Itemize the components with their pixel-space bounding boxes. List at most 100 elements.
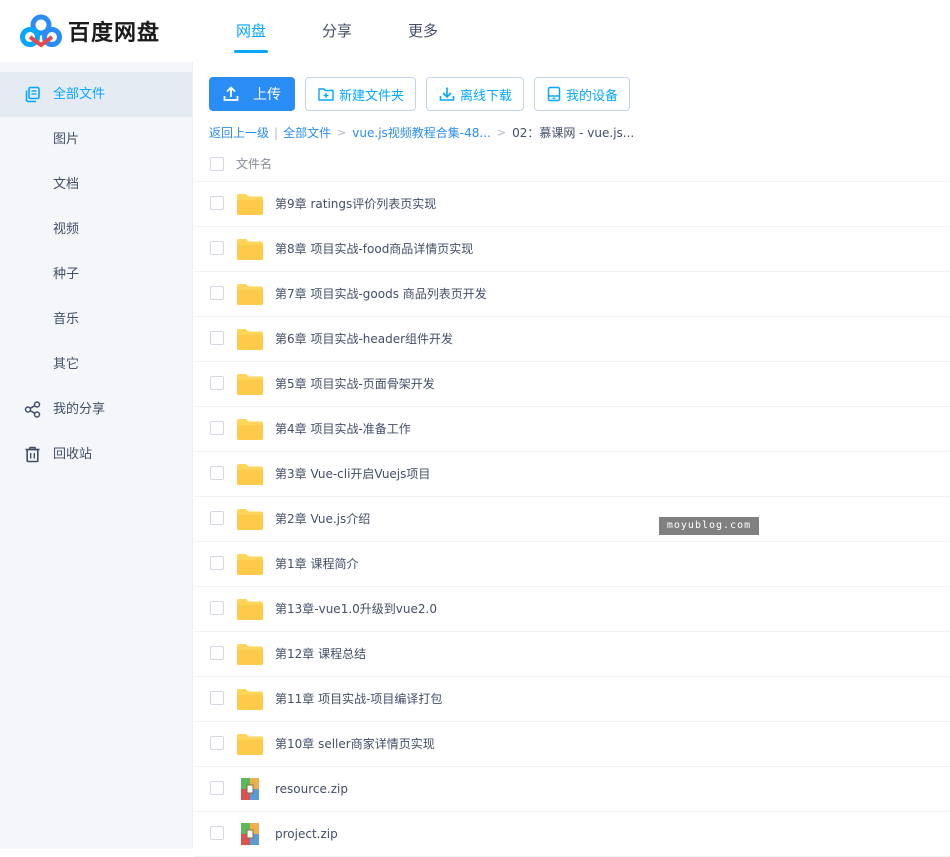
file-name[interactable]: 第12章 课程总结	[275, 632, 366, 677]
folder-icon[interactable]	[236, 372, 264, 396]
file-list-header: 文件名	[194, 151, 950, 182]
offline-download-button[interactable]: 离线下载	[426, 77, 525, 111]
file-name[interactable]: 第11章 项目实战-项目编译打包	[275, 677, 442, 722]
nav-share[interactable]: 分享	[294, 0, 380, 62]
file-name[interactable]: 第9章 ratings评价列表页实现	[275, 182, 436, 227]
breadcrumb-arrow: >	[496, 126, 507, 139]
folder-icon[interactable]	[236, 237, 264, 261]
new-folder-icon	[318, 88, 334, 101]
sidebar-item-label: 文档	[53, 177, 80, 192]
all-files-icon	[25, 86, 40, 103]
breadcrumb-back[interactable]: 返回上一级	[209, 124, 269, 141]
file-row[interactable]: 第4章 项目实战-准备工作	[194, 407, 950, 452]
my-devices-label: 我的设备	[566, 88, 619, 104]
file-row[interactable]: 第3章 Vue-cli开启Vuejs项目	[194, 452, 950, 497]
folder-icon[interactable]	[236, 597, 264, 621]
sidebar-item-my-shares[interactable]: 我的分享	[0, 387, 192, 432]
breadcrumb-root[interactable]: 全部文件	[283, 124, 331, 141]
file-row[interactable]: 第2章 Vue.js介绍	[194, 497, 950, 542]
file-row[interactable]: resource.zip	[194, 767, 950, 812]
column-header-filename[interactable]: 文件名	[236, 155, 272, 172]
row-checkbox[interactable]	[210, 646, 224, 660]
nav-more[interactable]: 更多	[380, 0, 466, 62]
sidebar-item-images[interactable]: 图片	[0, 117, 192, 162]
row-checkbox[interactable]	[210, 286, 224, 300]
folder-icon[interactable]	[236, 687, 264, 711]
sidebar-item-recycle-bin[interactable]: 回收站	[0, 432, 192, 477]
file-name[interactable]: 第8章 项目实战-food商品详情页实现	[275, 227, 473, 272]
baidu-netdisk-logo[interactable]: 百度网盘	[20, 14, 160, 48]
folder-icon[interactable]	[236, 642, 264, 666]
file-name[interactable]: 第10章 seller商家详情页实现	[275, 722, 435, 767]
folder-icon[interactable]	[236, 507, 264, 531]
top-nav: 网盘 分享 更多	[208, 0, 466, 62]
upload-button[interactable]: 上传	[209, 77, 295, 111]
file-row[interactable]: 第1章 课程简介	[194, 542, 950, 587]
folder-icon[interactable]	[236, 462, 264, 486]
row-checkbox[interactable]	[210, 376, 224, 390]
download-icon	[439, 87, 455, 101]
header: 百度网盘 网盘 分享 更多	[0, 0, 950, 62]
file-name[interactable]: project.zip	[275, 812, 338, 857]
sidebar-item-label: 图片	[53, 132, 80, 147]
sidebar-item-torrents[interactable]: 种子	[0, 252, 192, 297]
row-checkbox[interactable]	[210, 466, 224, 480]
sidebar-item-music[interactable]: 音乐	[0, 297, 192, 342]
file-name[interactable]: 第13章-vue1.0升级到vue2.0	[275, 587, 437, 632]
row-checkbox[interactable]	[210, 241, 224, 255]
file-name[interactable]: 第7章 项目实战-goods 商品列表页开发	[275, 272, 487, 317]
file-list: 第9章 ratings评价列表页实现 第8章 项目实战-food商品详情页实现 第7…	[194, 182, 950, 857]
folder-icon[interactable]	[236, 417, 264, 441]
upload-icon	[223, 86, 239, 101]
row-checkbox[interactable]	[210, 421, 224, 435]
breadcrumb-level1[interactable]: vue.js视频教程合集-48...	[352, 124, 491, 141]
file-row[interactable]: 第5章 项目实战-页面骨架开发	[194, 362, 950, 407]
file-row[interactable]: project.zip	[194, 812, 950, 857]
folder-icon[interactable]	[236, 732, 264, 756]
sidebar-item-documents[interactable]: 文档	[0, 162, 192, 207]
share-icon	[24, 401, 41, 418]
row-checkbox[interactable]	[210, 511, 224, 525]
file-name[interactable]: 第6章 项目实战-header组件开发	[275, 317, 453, 362]
folder-icon[interactable]	[236, 282, 264, 306]
file-name[interactable]: 第5章 项目实战-页面骨架开发	[275, 362, 435, 407]
sidebar-item-all-files[interactable]: 全部文件	[0, 72, 192, 117]
row-checkbox[interactable]	[210, 331, 224, 345]
breadcrumb: 返回上一级 | 全部文件 > vue.js视频教程合集-48... > 02：慕…	[209, 124, 634, 141]
zip-file-icon[interactable]	[236, 777, 264, 801]
file-row[interactable]: 第11章 项目实战-项目编译打包	[194, 677, 950, 722]
file-row[interactable]: 第13章-vue1.0升级到vue2.0	[194, 587, 950, 632]
new-folder-button[interactable]: 新建文件夹	[305, 77, 417, 111]
file-name[interactable]: 第3章 Vue-cli开启Vuejs项目	[275, 452, 430, 497]
file-row[interactable]: 第6章 项目实战-header组件开发	[194, 317, 950, 362]
offline-download-label: 离线下载	[460, 88, 513, 104]
folder-icon[interactable]	[236, 327, 264, 351]
sidebar-item-videos[interactable]: 视频	[0, 207, 192, 252]
trash-icon	[25, 446, 40, 463]
file-name[interactable]: 第2章 Vue.js介绍	[275, 497, 370, 542]
folder-icon[interactable]	[236, 552, 264, 576]
row-checkbox[interactable]	[210, 781, 224, 795]
file-row[interactable]: 第10章 seller商家详情页实现	[194, 722, 950, 767]
file-name[interactable]: 第4章 项目实战-准备工作	[275, 407, 411, 452]
row-checkbox[interactable]	[210, 691, 224, 705]
nav-netdisk[interactable]: 网盘	[208, 0, 294, 62]
file-row[interactable]: 第8章 项目实战-food商品详情页实现	[194, 227, 950, 272]
file-row[interactable]: 第12章 课程总结	[194, 632, 950, 677]
file-name[interactable]: 第1章 课程简介	[275, 542, 358, 587]
row-checkbox[interactable]	[210, 556, 224, 570]
folder-icon[interactable]	[236, 192, 264, 216]
row-checkbox[interactable]	[210, 736, 224, 750]
file-row[interactable]: 第9章 ratings评价列表页实现	[194, 182, 950, 227]
row-checkbox[interactable]	[210, 826, 224, 840]
sidebar-item-other[interactable]: 其它	[0, 342, 192, 387]
file-area: 上传 新建文件夹 离线下载 我的设备 返回上一级 | 全部文件 > vue.js…	[194, 62, 950, 857]
zip-file-icon[interactable]	[236, 822, 264, 846]
row-checkbox[interactable]	[210, 601, 224, 615]
row-checkbox[interactable]	[210, 196, 224, 210]
file-name[interactable]: resource.zip	[275, 767, 348, 812]
file-row[interactable]: 第7章 项目实战-goods 商品列表页开发	[194, 272, 950, 317]
select-all-checkbox[interactable]	[210, 157, 224, 171]
my-devices-button[interactable]: 我的设备	[534, 77, 631, 111]
breadcrumb-separator: |	[274, 125, 279, 140]
